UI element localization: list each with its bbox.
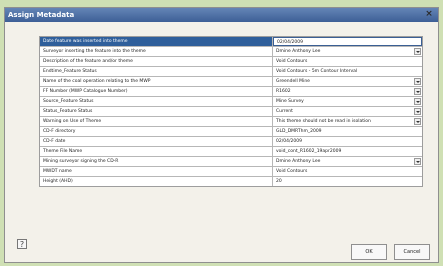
help-icon[interactable]: ? [17, 239, 27, 249]
field-label: Description of the feature and/or theme [40, 57, 273, 66]
dropdown-arrow-icon[interactable] [414, 48, 421, 55]
dropdown-arrow-icon[interactable] [414, 108, 421, 115]
table-row[interactable]: Status_Feature Status Current [40, 107, 422, 117]
value-cell[interactable]: 20 [273, 177, 422, 186]
metadata-table: Date feature was inserted into theme 02/… [39, 36, 423, 187]
ok-button[interactable]: OK [351, 244, 387, 260]
field-label: Status_Feature Status [40, 107, 273, 116]
title-bar: Assign Metadata × [5, 8, 438, 22]
field-label: Endtime_Feature Status [40, 67, 273, 76]
field-label: Surveyor inserting the feature into the … [40, 47, 273, 56]
field-label: Name of the coal operation relating to t… [40, 77, 273, 86]
field-label: Warning on Use of Theme [40, 117, 273, 126]
value-cell[interactable]: R1602 [273, 87, 422, 96]
value-cell[interactable]: Dmine Anthony Lee [273, 157, 422, 166]
dropdown-arrow-icon[interactable] [414, 158, 421, 165]
dropdown-arrow-icon[interactable] [414, 88, 421, 95]
field-label: Source_Feature Status [40, 97, 273, 106]
table-row[interactable]: CD-F date 02/04/2009 [40, 137, 422, 147]
table-row[interactable]: FF Number (MWP Catalogue Number) R1602 [40, 87, 422, 97]
value-cell[interactable]: GLD_DMRThm_2009 [273, 127, 422, 136]
table-row[interactable]: Warning on Use of Theme This theme shoul… [40, 117, 422, 127]
value-cell[interactable]: Dmine Anthony Lee [273, 47, 422, 56]
close-icon[interactable]: × [424, 9, 434, 20]
value-cell[interactable]: void_cont_R1602_19apr2009 [273, 147, 422, 156]
cancel-button[interactable]: Cancel [394, 244, 430, 260]
value-cell[interactable]: Greendell Mine [273, 77, 422, 86]
table-row[interactable]: Theme File Name void_cont_R1602_19apr200… [40, 147, 422, 157]
table-row[interactable]: Surveyor inserting the feature into the … [40, 47, 422, 57]
field-label: Date feature was inserted into theme [40, 37, 273, 46]
assign-metadata-dialog: Assign Metadata × Date feature was inser… [4, 7, 439, 263]
value-cell[interactable]: This theme should not be read in isolati… [273, 117, 422, 126]
value-cell[interactable]: Void Contours [273, 167, 422, 176]
field-label: CD-F date [40, 137, 273, 146]
field-label: Mining surveyor signing the CD-R [40, 157, 273, 166]
table-row[interactable]: Date feature was inserted into theme 02/… [40, 37, 422, 47]
table-row[interactable]: Height (AHD) 20 [40, 177, 422, 186]
table-row[interactable]: Source_Feature Status Mine Survey [40, 97, 422, 107]
field-label: Height (AHD) [40, 177, 273, 186]
field-label: Theme File Name [40, 147, 273, 156]
value-cell[interactable]: Current [273, 107, 422, 116]
table-row[interactable]: Endtime_Feature Status Void Contours - 5… [40, 67, 422, 77]
metadata-table-area: Date feature was inserted into theme 02/… [39, 36, 423, 216]
dropdown-arrow-icon[interactable] [414, 98, 421, 105]
field-label: MWDT name [40, 167, 273, 176]
value-cell[interactable]: 02/04/2009 [273, 137, 422, 146]
table-row[interactable]: Description of the feature and/or theme … [40, 57, 422, 67]
field-label: CD-F directory [40, 127, 273, 136]
dropdown-arrow-icon[interactable] [414, 78, 421, 85]
value-cell[interactable]: 02/04/2009 [273, 37, 422, 46]
table-row[interactable]: CD-F directory GLD_DMRThm_2009 [40, 127, 422, 137]
value-cell[interactable]: Void Contours [273, 57, 422, 66]
table-row[interactable]: Mining surveyor signing the CD-R Dmine A… [40, 157, 422, 167]
field-label: FF Number (MWP Catalogue Number) [40, 87, 273, 96]
dropdown-arrow-icon[interactable] [414, 118, 421, 125]
value-cell[interactable]: Mine Survey [273, 97, 422, 106]
value-cell[interactable]: Void Contours - 5m Contour Interval [273, 67, 422, 76]
table-row[interactable]: MWDT name Void Contours [40, 167, 422, 177]
table-row[interactable]: Name of the coal operation relating to t… [40, 77, 422, 87]
dialog-title: Assign Metadata [8, 11, 75, 19]
